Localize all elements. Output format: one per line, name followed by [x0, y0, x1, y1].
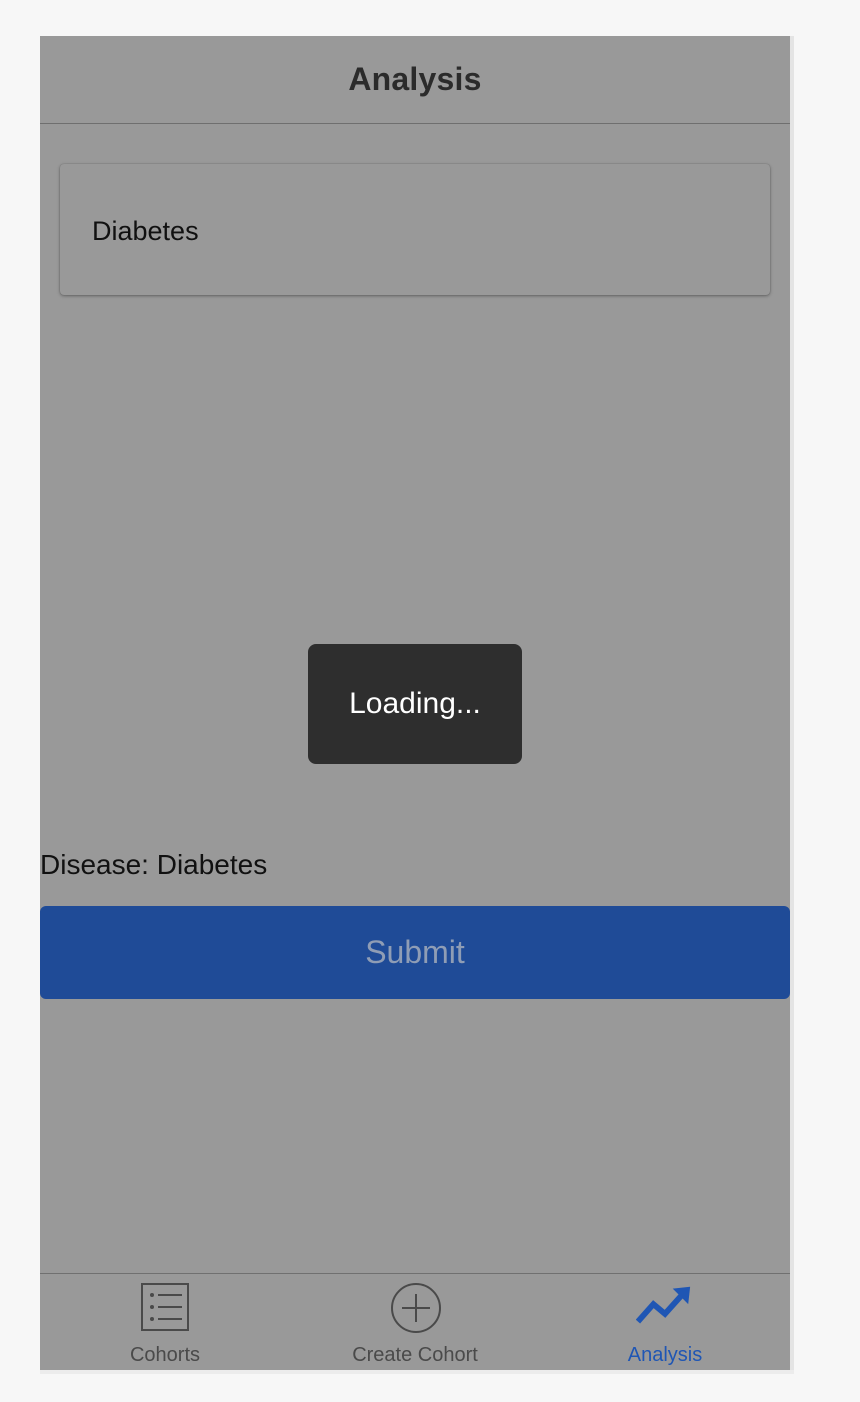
disease-card[interactable]: Diabetes	[60, 164, 770, 295]
selected-disease-text: Disease: Diabetes	[40, 849, 268, 880]
tab-create-cohort[interactable]: Create Cohort	[290, 1274, 540, 1370]
loading-toast: Loading...	[308, 644, 522, 764]
plus-circle-icon	[391, 1283, 441, 1333]
loading-text: Loading...	[349, 687, 481, 720]
frame-edge	[790, 36, 794, 1374]
navigation-bar: Analysis	[40, 36, 790, 124]
tab-bar: Cohorts Create Cohort Analysis	[40, 1273, 790, 1370]
tab-analysis[interactable]: Analysis	[540, 1274, 790, 1370]
page-title: Analysis	[348, 61, 482, 97]
disease-card-label: Diabetes	[92, 216, 199, 246]
tab-cohorts-label: Cohorts	[129, 1344, 201, 1366]
trending-up-icon	[636, 1286, 691, 1324]
tab-analysis-label: Analysis	[627, 1344, 703, 1366]
tab-create-cohort-label: Create Cohort	[352, 1344, 478, 1366]
submit-button-label: Submit	[365, 934, 465, 970]
tab-cohorts[interactable]: Cohorts	[40, 1274, 290, 1370]
app-screen: Analysis Diabetes Loading... Disease: Di…	[40, 36, 790, 1370]
submit-button[interactable]: Submit	[40, 906, 790, 999]
frame-bottom-edge	[40, 1370, 794, 1374]
list-icon	[141, 1283, 189, 1331]
